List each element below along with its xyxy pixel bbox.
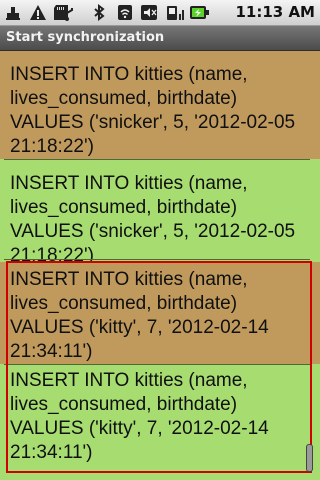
mute-icon (141, 5, 157, 20)
list-item[interactable]: INSERT INTO kitties (name, lives_consume… (0, 262, 320, 364)
battery-icon (190, 6, 209, 19)
list-divider (4, 259, 310, 260)
signal-icon (167, 6, 184, 20)
usb-debug-icon (6, 7, 20, 20)
status-bar-time: 11:13 AM (235, 3, 315, 21)
page-title: Start synchronization (6, 30, 165, 45)
bluetooth-icon (94, 4, 105, 21)
usb-icon (61, 5, 73, 21)
warning-icon (30, 5, 46, 20)
list-item[interactable]: INSERT INTO kitties (name, lives_consume… (0, 160, 320, 266)
wifi-icon (118, 5, 132, 20)
status-bar: 11:13 AM (0, 0, 320, 26)
sql-statement-list[interactable]: INSERT INTO kitties (name, lives_consume… (0, 51, 320, 480)
scrollbar-thumb[interactable] (306, 444, 313, 472)
list-item[interactable]: INSERT INTO kitties (name, lives_consume… (0, 365, 320, 469)
list-item[interactable]: INSERT INTO kitties (name, lives_consume… (0, 51, 320, 159)
title-bar: Start synchronization (0, 26, 320, 51)
